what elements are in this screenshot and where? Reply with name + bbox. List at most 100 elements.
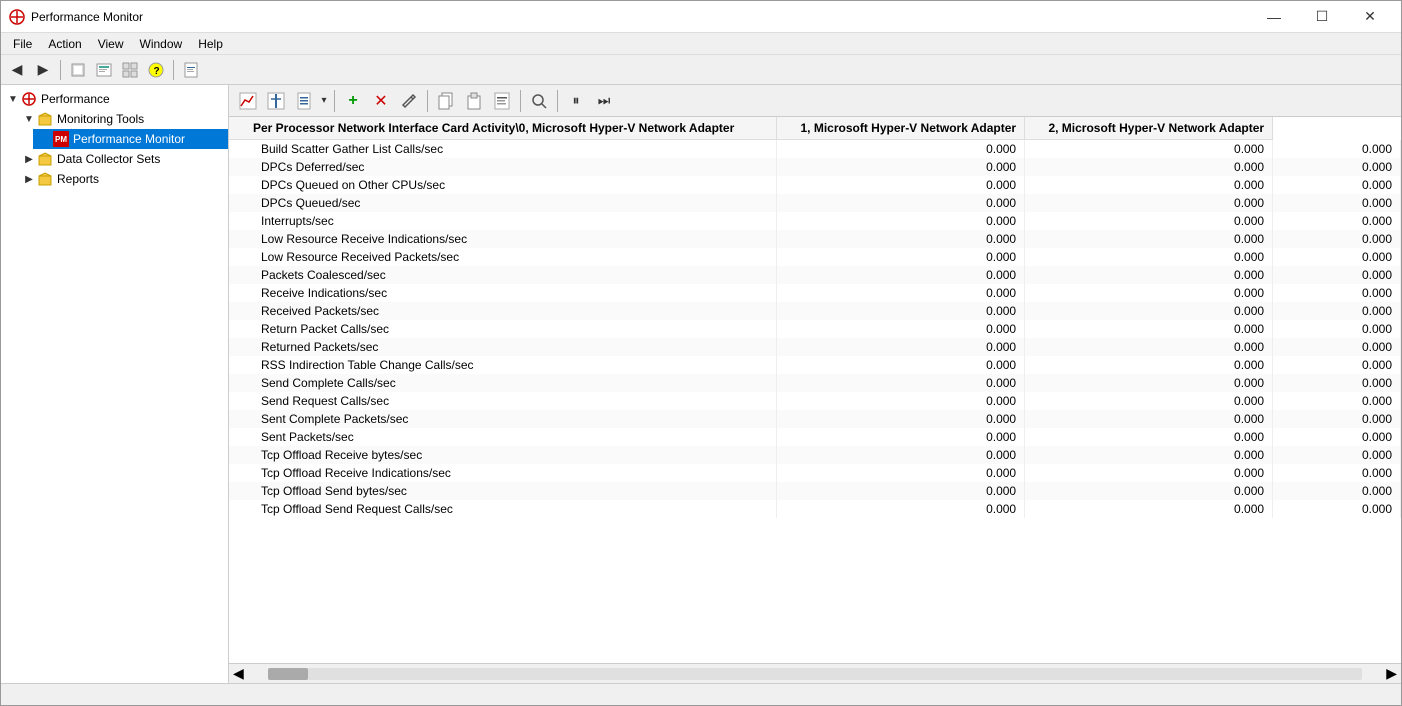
metrics-table: Per Processor Network Interface Card Act… [229,117,1401,518]
sidebar: ▼ Performance ▼ [1,85,229,683]
table-row: Tcp Offload Receive bytes/sec0.0000.0000… [229,446,1401,464]
ct-edit[interactable] [396,88,422,114]
toolbar-separator-1 [60,60,61,80]
toolbar-separator-2 [173,60,174,80]
data-area[interactable]: Per Processor Network Interface Card Act… [229,117,1401,663]
data-collector-icon [37,151,53,167]
horizontal-scrollbar[interactable]: ◀ ▶ [229,663,1401,683]
ct-next[interactable]: ⏭ [591,88,617,114]
expand-reports[interactable]: ▶ [21,171,37,187]
ct-sep-2 [427,90,428,112]
view-button[interactable] [118,58,142,82]
window-title: Performance Monitor [31,10,1251,24]
table-row: Tcp Offload Receive Indications/sec0.000… [229,464,1401,482]
expand-monitoring-tools[interactable]: ▼ [21,111,37,127]
metric-value-2: 0.000 [1273,446,1401,464]
metric-value-0: 0.000 [777,338,1025,356]
ct-sep-3 [520,90,521,112]
table-row: Send Complete Calls/sec0.0000.0000.000 [229,374,1401,392]
metric-value-0: 0.000 [777,284,1025,302]
col-header-v2[interactable]: 2, Microsoft Hyper-V Network Adapter [1025,117,1273,140]
metric-value-1: 0.000 [1025,284,1273,302]
ct-zoom[interactable] [526,88,552,114]
ct-view-report[interactable] [489,88,515,114]
metric-value-0: 0.000 [777,464,1025,482]
performance-label: Performance [41,92,110,106]
forward-button[interactable]: ▶ [31,58,55,82]
metric-value-1: 0.000 [1025,194,1273,212]
metric-name: Tcp Offload Send bytes/sec [229,482,777,500]
ct-view-graph[interactable] [235,88,261,114]
menu-action[interactable]: Action [40,35,89,53]
menu-window[interactable]: Window [132,35,191,53]
metric-value-0: 0.000 [777,320,1025,338]
sidebar-item-data-collector-sets[interactable]: ▶ Data Collector Sets [17,149,228,169]
table-row: Packets Coalesced/sec0.0000.0000.000 [229,266,1401,284]
menu-bar: File Action View Window Help [1,33,1401,55]
svg-text:?: ? [154,66,160,77]
app-icon [9,9,25,25]
scroll-thumb[interactable] [268,668,308,680]
sidebar-item-performance-monitor[interactable]: PM Performance Monitor [33,129,228,149]
scroll-left-arrow[interactable]: ◀ [229,665,248,682]
metric-value-0: 0.000 [777,428,1025,446]
metric-value-0: 0.000 [777,140,1025,159]
table-row: Send Request Calls/sec0.0000.0000.000 [229,392,1401,410]
metric-value-2: 0.000 [1273,230,1401,248]
menu-help[interactable]: Help [190,35,231,53]
report-button[interactable] [179,58,203,82]
metric-value-2: 0.000 [1273,482,1401,500]
ct-freeze[interactable] [263,88,289,114]
up-button[interactable] [66,58,90,82]
metric-value-0: 0.000 [777,248,1025,266]
metric-value-0: 0.000 [777,356,1025,374]
sidebar-item-reports[interactable]: ▶ Reports [17,169,228,189]
table-row: Build Scatter Gather List Calls/sec0.000… [229,140,1401,159]
metric-value-0: 0.000 [777,302,1025,320]
table-header-row: Per Processor Network Interface Card Act… [229,117,1401,140]
metric-name: Low Resource Received Packets/sec [229,248,777,266]
table-row: Sent Packets/sec0.0000.0000.000 [229,428,1401,446]
metric-value-2: 0.000 [1273,194,1401,212]
expand-data-collector-sets[interactable]: ▶ [21,151,37,167]
expand-performance[interactable]: ▼ [5,91,21,107]
ct-pause[interactable]: ⏸ [563,88,589,114]
metric-value-2: 0.000 [1273,356,1401,374]
ct-paste[interactable] [461,88,487,114]
metric-name: Build Scatter Gather List Calls/sec [229,140,777,159]
performance-monitor-icon: PM [53,131,69,147]
back-button[interactable]: ◀ [5,58,29,82]
col-header-v1[interactable]: 1, Microsoft Hyper-V Network Adapter [777,117,1025,140]
metric-name: Received Packets/sec [229,302,777,320]
table-row: DPCs Queued on Other CPUs/sec0.0000.0000… [229,176,1401,194]
ct-copy[interactable] [433,88,459,114]
ct-dropdown[interactable]: ▾ [319,88,329,114]
metric-name: DPCs Queued/sec [229,194,777,212]
help-button[interactable]: ? [144,58,168,82]
minimize-button[interactable]: — [1251,1,1297,33]
table-row: Tcp Offload Send bytes/sec0.0000.0000.00… [229,482,1401,500]
menu-file[interactable]: File [5,35,40,53]
maximize-button[interactable]: ☐ [1299,1,1345,33]
metric-value-1: 0.000 [1025,230,1273,248]
close-button[interactable]: ✕ [1347,1,1393,33]
sidebar-item-performance[interactable]: ▼ Performance [1,89,228,109]
menu-view[interactable]: View [90,35,132,53]
metric-value-0: 0.000 [777,266,1025,284]
reports-icon [37,171,53,187]
metric-value-2: 0.000 [1273,266,1401,284]
metric-name: Returned Packets/sec [229,338,777,356]
metric-name: Interrupts/sec [229,212,777,230]
ct-add[interactable]: + [340,88,366,114]
sidebar-item-monitoring-tools[interactable]: ▼ Monitoring Tools [17,109,228,129]
main-window: Performance Monitor — ☐ ✕ File Action Vi… [0,0,1402,706]
ct-properties[interactable] [291,88,317,114]
scroll-right-arrow[interactable]: ▶ [1382,665,1401,682]
metric-value-1: 0.000 [1025,428,1273,446]
console-button[interactable] [92,58,116,82]
performance-monitor-label: Performance Monitor [73,132,185,146]
metric-name: Sent Packets/sec [229,428,777,446]
col-header-metric[interactable]: Per Processor Network Interface Card Act… [229,117,777,140]
ct-delete[interactable]: ✕ [368,88,394,114]
metric-value-2: 0.000 [1273,464,1401,482]
